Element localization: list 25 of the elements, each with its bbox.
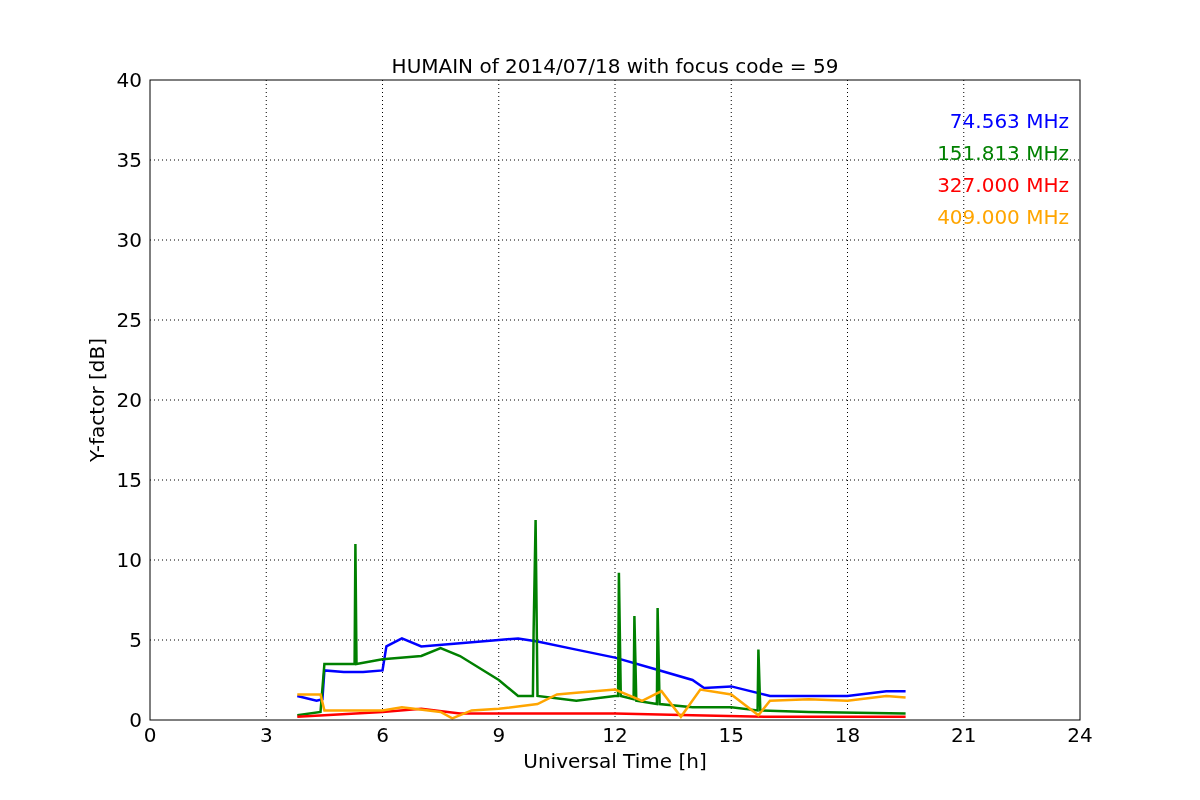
tick-label: 6	[376, 723, 389, 747]
tick-label: 0	[143, 723, 157, 747]
legend-label: 409.000 MHz	[937, 205, 1069, 229]
chart-title: HUMAIN of 2014/07/18 with focus code = 59	[391, 54, 839, 78]
tick-label: 15	[116, 468, 142, 492]
legend-label: 151.813 MHz	[937, 141, 1069, 165]
tick-label: 40	[116, 68, 142, 92]
tick-label: 10	[116, 548, 142, 572]
tick-label: 21	[951, 723, 977, 747]
tick-label: 3	[259, 723, 273, 747]
tick-label: 30	[116, 228, 142, 252]
axis-label: Universal Time [h]	[523, 749, 707, 773]
tick-label: 20	[116, 388, 142, 412]
tick-label: 18	[834, 723, 861, 747]
axis-label: Y-factor [dB]	[85, 338, 109, 462]
legend-label: 327.000 MHz	[937, 173, 1069, 197]
tick-label: 9	[492, 723, 506, 747]
tick-label: 15	[718, 723, 744, 747]
tick-label: 25	[116, 308, 142, 332]
legend-label: 74.563 MHz	[949, 109, 1069, 133]
tick-label: 5	[129, 628, 142, 652]
tick-label: 35	[116, 148, 142, 172]
tick-label: 24	[1067, 723, 1093, 747]
tick-label: 12	[602, 723, 628, 747]
tick-label: 0	[129, 708, 142, 732]
